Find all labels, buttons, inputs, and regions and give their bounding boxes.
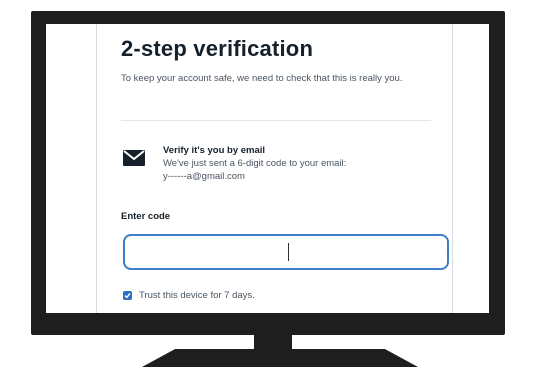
masked-email-address: y------a@gmail.com [163, 171, 245, 182]
email-verification-method: Verify it's you by email We've just sent… [121, 144, 441, 204]
monitor-screen: 2-step verification To keep your account… [46, 24, 489, 313]
divider [121, 120, 431, 121]
trust-device-label: Trust this device for 7 days. [139, 289, 255, 301]
code-field-label: Enter code [121, 211, 171, 222]
trust-device-checkbox[interactable] [123, 290, 132, 300]
email-method-text: Verify it's you by email We've just sent… [163, 144, 433, 183]
envelope-icon [123, 150, 145, 166]
illustration: 2-step verification To keep your account… [0, 0, 536, 367]
checkmark-icon [124, 292, 131, 298]
page-title: 2-step verification [121, 36, 314, 61]
email-method-heading: Verify it's you by email [163, 145, 266, 156]
page-subtitle: To keep your account safe, we need to ch… [121, 73, 403, 84]
email-sent-notice: We've just sent a 6-digit code to your e… [163, 158, 347, 169]
verification-card: 2-step verification To keep your account… [96, 24, 453, 313]
verification-code-input[interactable] [123, 234, 449, 270]
monitor-stand-neck [254, 335, 292, 349]
text-cursor [288, 243, 289, 261]
trust-device-option[interactable]: Trust this device for 7 days. [123, 288, 255, 302]
monitor-stand-base [142, 349, 418, 367]
